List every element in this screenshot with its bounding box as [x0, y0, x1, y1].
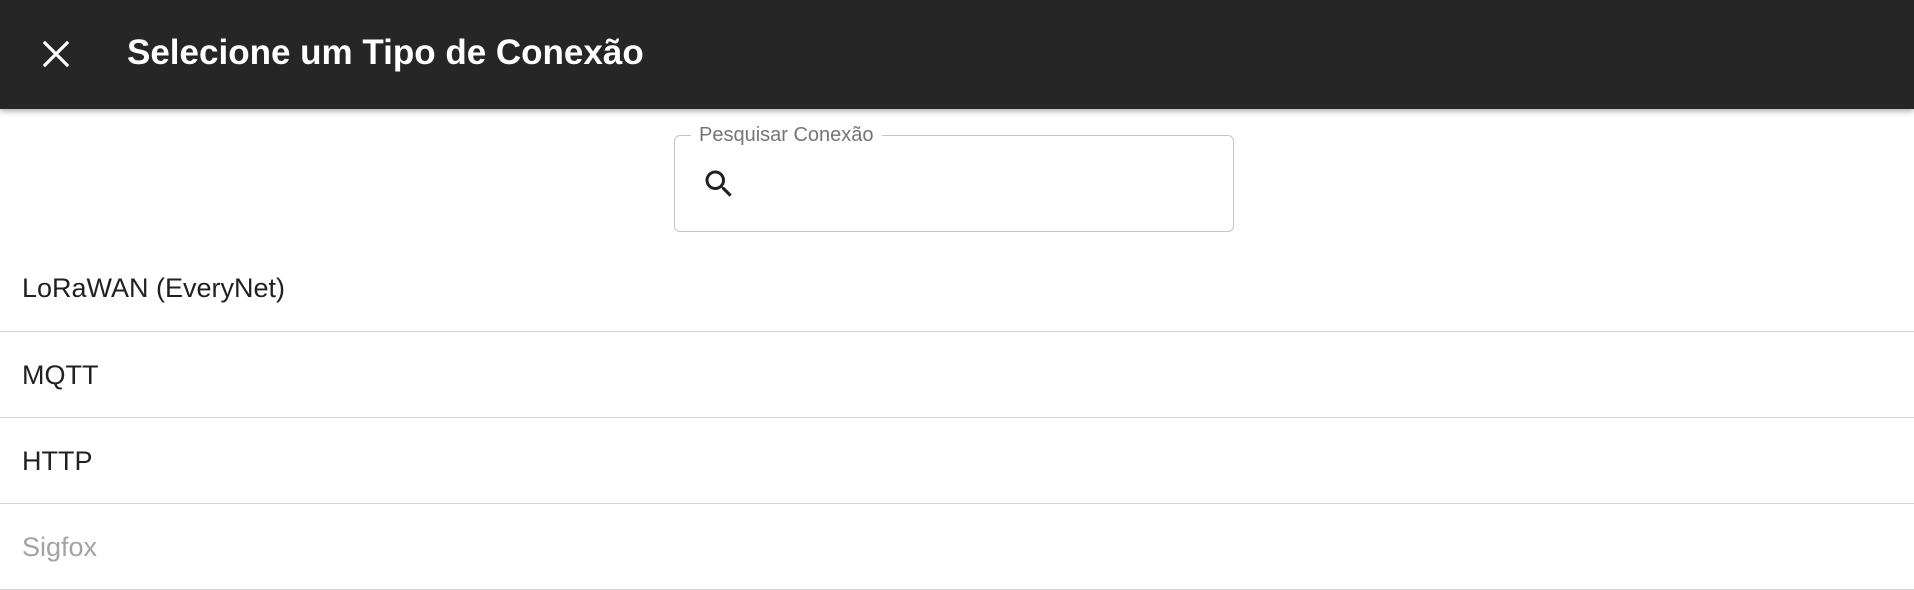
list-item-label: LoRaWAN (EveryNet) — [22, 273, 286, 303]
search-icon — [705, 170, 732, 197]
list-item-lorawan-everynet[interactable]: LoRaWAN (EveryNet) — [0, 245, 1914, 332]
top-app-bar: Selecione um Tipo de Conexão — [0, 0, 1914, 109]
page-title: Selecione um Tipo de Conexão — [127, 33, 644, 72]
list-item-label: Sigfox — [22, 531, 98, 562]
close-icon — [42, 40, 70, 68]
list-item-mqtt[interactable]: MQTT — [0, 332, 1914, 418]
search-field-label: Pesquisar Conexão — [691, 123, 882, 147]
list-item-label: MQTT — [22, 359, 99, 390]
list-item-label: HTTP — [22, 445, 93, 476]
list-item-sigfox: Sigfox — [0, 504, 1914, 590]
close-button[interactable] — [28, 30, 84, 78]
connection-type-list: LoRaWAN (EveryNet) MQTT HTTP Sigfox — [0, 245, 1914, 590]
search-field[interactable]: Pesquisar Conexão — [674, 123, 1234, 232]
search-input[interactable] — [755, 156, 1215, 212]
list-item-http[interactable]: HTTP — [0, 418, 1914, 504]
